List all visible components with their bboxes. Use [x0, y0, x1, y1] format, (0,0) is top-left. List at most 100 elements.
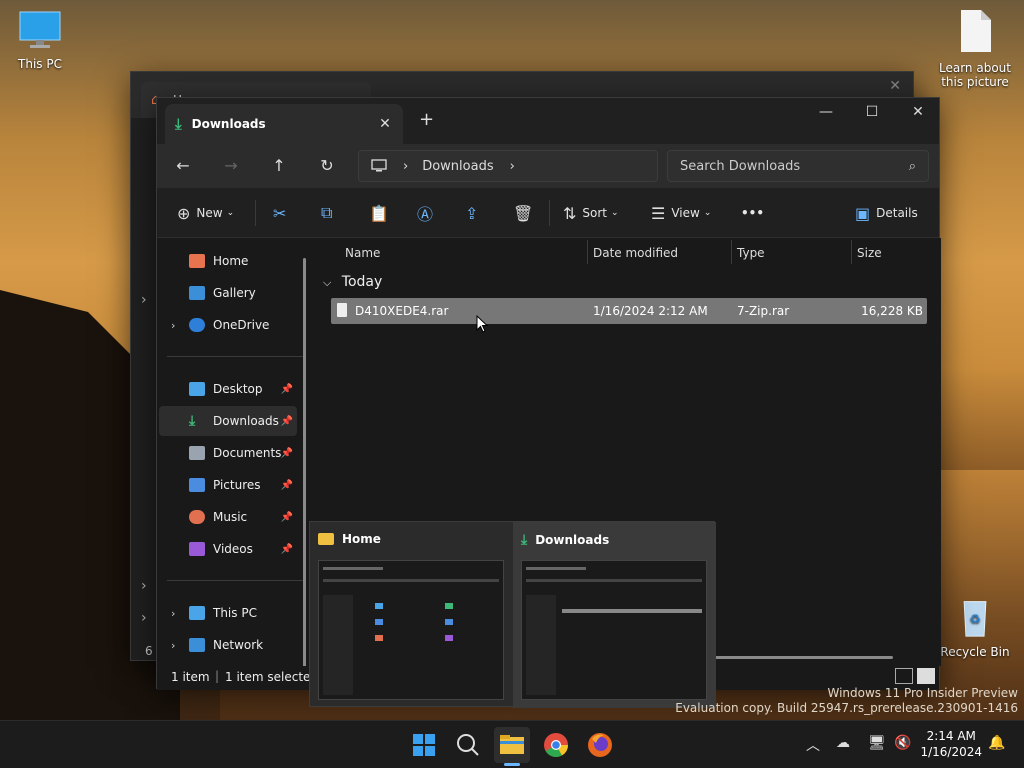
sidebar-item-documents[interactable]: Documents 📌 — [159, 438, 297, 468]
sidebar-scrollbar[interactable] — [303, 258, 306, 668]
sidebar-item-music[interactable]: Music 📌 — [159, 502, 297, 532]
new-tab-button[interactable]: + — [419, 109, 434, 130]
column-divider[interactable] — [731, 240, 732, 264]
column-header-size[interactable]: Size — [857, 246, 882, 260]
chevron-right-icon[interactable]: › — [510, 159, 515, 174]
sidebar-item-videos[interactable]: Videos 📌 — [159, 534, 297, 564]
onedrive-icon[interactable]: ☁ — [836, 735, 850, 751]
close-button[interactable]: ✕ — [895, 98, 941, 128]
desktop-icon-learn-picture[interactable]: Learn about this picture — [935, 8, 1015, 89]
details-button[interactable]: ▣ Details — [855, 201, 918, 225]
chrome-icon[interactable] — [538, 727, 574, 763]
notification-bell-icon[interactable]: 🔔 — [988, 735, 1005, 751]
maximize-button[interactable]: ☐ — [849, 98, 895, 128]
thumbnail-folder — [445, 603, 453, 609]
sidebar-item-label: Gallery — [213, 286, 256, 300]
view-button[interactable]: ☰ View ⌄ — [651, 201, 711, 225]
thumbnail-line — [323, 579, 499, 582]
sidebar-item-label: This PC — [213, 606, 257, 620]
more-options-button[interactable]: ••• — [741, 201, 764, 225]
chevron-up-icon[interactable]: ︿ — [806, 735, 820, 755]
minimize-button[interactable]: — — [803, 98, 849, 128]
gallery-icon — [189, 286, 205, 300]
search-box[interactable]: Search Downloads ⌕ — [667, 150, 929, 182]
copy-button[interactable]: ⧉ — [321, 201, 338, 225]
file-row[interactable]: D410XEDE4.rar 1/16/2024 2:12 AM 7-Zip.ra… — [331, 298, 927, 324]
tab-close-icon[interactable]: ✕ — [377, 116, 393, 132]
new-label: New — [196, 206, 223, 220]
chevron-down-icon: ⌄ — [611, 208, 619, 218]
sidebar-item-this-pc[interactable]: › This PC — [159, 598, 297, 628]
up-button[interactable]: ↑ — [263, 150, 295, 182]
bg-expand-icon: › — [141, 292, 147, 308]
breadcrumb-downloads[interactable]: Downloads — [422, 159, 493, 174]
search-icon[interactable] — [450, 727, 486, 763]
desktop-icon-this-pc[interactable]: This PC — [0, 10, 80, 71]
group-label: Today — [341, 274, 383, 290]
sidebar-item-label: Downloads — [213, 414, 279, 428]
address-bar[interactable]: › Downloads › — [358, 150, 658, 182]
sidebar-item-downloads[interactable]: ⤓ Downloads 📌 — [159, 406, 297, 436]
desktop-icon-label: this picture — [941, 75, 1009, 89]
trash-icon: 🗑 — [513, 203, 534, 223]
clock-date: 1/16/2024 — [920, 745, 982, 759]
tab-downloads[interactable]: ⤓ Downloads ✕ — [165, 104, 403, 144]
column-header-type[interactable]: Type — [737, 246, 765, 260]
preview-downloads[interactable]: ⤓ Downloads — [513, 522, 716, 708]
bg-expand-icon: › — [141, 578, 147, 594]
refresh-button[interactable]: ↻ — [311, 150, 343, 182]
expand-chevron-icon[interactable]: › — [171, 607, 175, 620]
column-divider[interactable] — [851, 240, 852, 264]
folder-icon — [318, 533, 334, 545]
taskbar-file-explorer[interactable] — [494, 727, 530, 766]
share-icon: ⇪ — [465, 203, 479, 223]
expand-chevron-icon[interactable]: › — [171, 639, 175, 652]
home-icon — [189, 254, 205, 268]
desktop-icon-recycle-bin[interactable]: ♻ Recycle Bin — [935, 598, 1015, 659]
rename-button[interactable]: Ⓐ — [417, 201, 439, 225]
start-button[interactable] — [406, 727, 442, 763]
column-divider[interactable] — [587, 240, 588, 264]
sidebar-item-label: Videos — [213, 542, 253, 556]
system-clock[interactable]: 2:14 AM 1/16/2024 — [920, 728, 982, 760]
sidebar-item-desktop[interactable]: Desktop 📌 — [159, 374, 297, 404]
preview-home[interactable]: Home — [310, 522, 513, 708]
sidebar-item-pictures[interactable]: Pictures 📌 — [159, 470, 297, 500]
column-header-name[interactable]: Name — [345, 246, 380, 260]
column-header-date[interactable]: Date modified — [593, 246, 678, 260]
firefox-icon[interactable] — [582, 727, 618, 763]
pin-icon: 📌 — [280, 543, 293, 555]
search-input[interactable]: Search Downloads — [680, 159, 800, 174]
forward-button[interactable]: → — [215, 150, 247, 182]
bg-expand-icon: › — [141, 610, 147, 626]
sidebar-item-gallery[interactable]: Gallery — [159, 278, 297, 308]
volume-muted-icon[interactable]: 🔇 — [894, 735, 911, 751]
bg-close-icon[interactable]: ✕ — [889, 78, 901, 94]
scissors-icon: ✂ — [273, 203, 287, 223]
sidebar-item-onedrive[interactable]: › OneDrive — [159, 310, 297, 340]
group-header-today[interactable]: ⌵ Today — [323, 274, 382, 290]
network-icon[interactable]: 🖥 — [868, 735, 886, 751]
expand-chevron-icon[interactable]: › — [171, 319, 175, 332]
back-button[interactable]: ← — [167, 150, 199, 182]
desktop-icon-label: Recycle Bin — [940, 645, 1010, 659]
details-view-toggle[interactable] — [895, 668, 913, 684]
sidebar-item-home[interactable]: Home — [159, 246, 297, 276]
title-bar: ⤓ Downloads ✕ + — ☐ ✕ — [157, 98, 939, 144]
share-button[interactable]: ⇪ — [465, 201, 484, 225]
paste-button[interactable]: 📋 — [369, 201, 395, 225]
pin-icon: 📌 — [280, 447, 293, 459]
cut-button[interactable]: ✂ — [273, 201, 292, 225]
thumbnail-line — [323, 595, 353, 695]
sidebar-item-network[interactable]: › Network — [159, 630, 297, 660]
download-icon: ⤓ — [175, 115, 182, 133]
delete-button[interactable]: 🗑 — [513, 201, 539, 225]
preview-thumbnail — [521, 560, 707, 700]
tiles-view-toggle[interactable] — [917, 668, 935, 684]
pin-icon: 📌 — [280, 511, 293, 523]
sidebar-item-label: Desktop — [213, 382, 263, 396]
thumbnail-line — [526, 595, 556, 695]
pin-icon: 📌 — [280, 479, 293, 491]
new-button[interactable]: ⊕ New ⌄ — [177, 201, 234, 225]
sort-button[interactable]: ⇅ Sort ⌄ — [563, 201, 619, 225]
